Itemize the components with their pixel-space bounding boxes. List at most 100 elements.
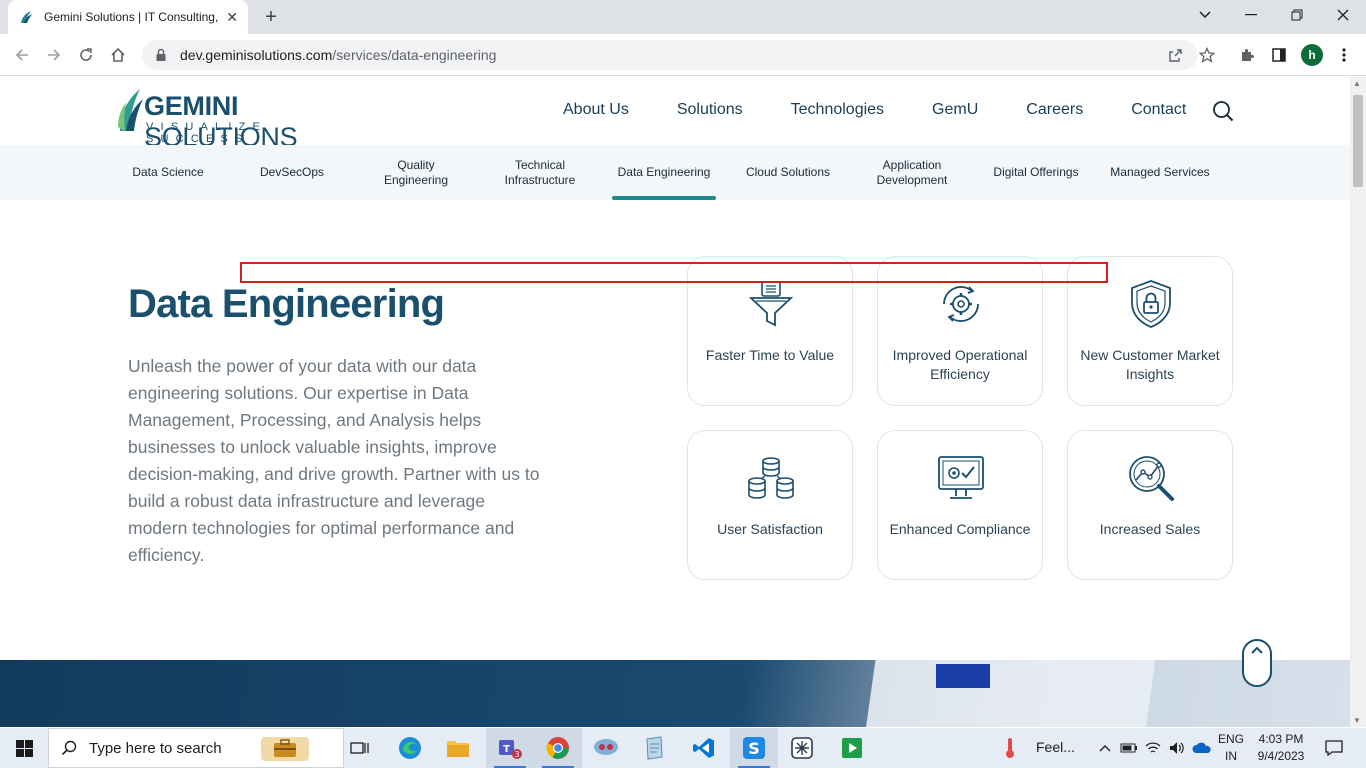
chevron-up-icon bbox=[1251, 646, 1263, 654]
address-bar[interactable]: dev.geminisolutions.com/services/data-en… bbox=[142, 40, 1198, 70]
language-indicator[interactable]: ENG IN bbox=[1214, 731, 1248, 765]
benefit-label: User Satisfaction bbox=[717, 521, 823, 537]
chevron-up-icon[interactable] bbox=[1094, 728, 1116, 768]
scroll-down-arrow-icon[interactable]: ▼ bbox=[1353, 716, 1361, 725]
chrome-icon[interactable] bbox=[534, 728, 582, 768]
svg-text:S: S bbox=[748, 739, 760, 758]
volume-icon[interactable] bbox=[1166, 728, 1188, 768]
subnav-quality-engineering[interactable]: Quality Engineering bbox=[364, 145, 468, 200]
benefit-label: Enhanced Compliance bbox=[889, 521, 1031, 537]
benefit-label: Increased Sales bbox=[1099, 521, 1201, 537]
app-s-icon[interactable]: S bbox=[730, 728, 778, 768]
subnav-cloud-solutions[interactable]: Cloud Solutions bbox=[736, 145, 840, 200]
browser-toolbar: dev.geminisolutions.com/services/data-en… bbox=[0, 34, 1366, 76]
hero-description: Unleash the power of your data with our … bbox=[128, 356, 540, 565]
subnav-technical-infrastructure[interactable]: Technical Infrastructure bbox=[488, 145, 592, 200]
weather-text[interactable]: Feel... bbox=[1036, 739, 1075, 756]
leaf-logo-icon bbox=[118, 89, 143, 131]
windows-taskbar: Type here to search T3 S Feel... ENG IN … bbox=[0, 728, 1366, 768]
benefit-card: User Satisfaction bbox=[687, 430, 853, 580]
nav-technologies[interactable]: Technologies bbox=[791, 101, 884, 119]
onedrive-cloud-icon[interactable] bbox=[1190, 728, 1214, 768]
browser-tab-strip: Gemini Solutions | IT Consulting, ✕ + bbox=[0, 0, 1366, 34]
notepad-icon[interactable] bbox=[630, 728, 678, 768]
benefit-label: Faster Time to Value bbox=[705, 347, 835, 363]
search-icon[interactable] bbox=[1212, 100, 1234, 122]
taskbar-search-placeholder: Type here to search bbox=[89, 739, 222, 757]
close-window-button[interactable] bbox=[1320, 0, 1366, 30]
taskbar-search[interactable]: Type here to search bbox=[48, 728, 344, 768]
page-scrollbar[interactable]: ▲ ▼ bbox=[1350, 77, 1366, 727]
temperature-icon[interactable] bbox=[996, 728, 1024, 768]
banner-image bbox=[0, 660, 1350, 727]
file-explorer-icon[interactable] bbox=[434, 728, 482, 768]
extensions-puzzle-icon[interactable] bbox=[1238, 46, 1256, 64]
restore-button[interactable] bbox=[1274, 0, 1320, 30]
nav-solutions[interactable]: Solutions bbox=[677, 101, 743, 119]
subnav-devsecops[interactable]: DevSecOps bbox=[240, 145, 344, 200]
subnav-application-development[interactable]: Application Development bbox=[860, 145, 964, 200]
task-view-icon[interactable] bbox=[336, 728, 384, 768]
lock-icon[interactable] bbox=[154, 48, 168, 62]
subnav-managed-services[interactable]: Managed Services bbox=[1108, 145, 1212, 200]
new-tab-button[interactable]: + bbox=[260, 6, 282, 29]
reload-icon[interactable] bbox=[74, 43, 98, 67]
tab-search-chevron-icon[interactable] bbox=[1182, 0, 1228, 30]
main-nav: About Us Solutions Technologies GemU Car… bbox=[563, 101, 1186, 119]
back-arrow-icon[interactable] bbox=[10, 43, 34, 67]
search-icon bbox=[61, 740, 77, 756]
benefit-label: Improved Operational Efficiency bbox=[892, 347, 1028, 382]
nav-contact[interactable]: Contact bbox=[1131, 101, 1186, 119]
snipping-tool-icon[interactable] bbox=[582, 728, 630, 768]
page-title: Data Engineering bbox=[128, 282, 445, 326]
subnav-digital-offerings[interactable]: Digital Offerings bbox=[984, 145, 1088, 200]
subnav-data-engineering[interactable]: Data Engineering bbox=[612, 145, 716, 200]
browser-tab[interactable]: Gemini Solutions | IT Consulting, ✕ bbox=[8, 0, 248, 34]
tab-close-icon[interactable]: ✕ bbox=[226, 9, 238, 26]
subnav-data-science[interactable]: Data Science bbox=[116, 145, 220, 200]
gemini-logo[interactable]: GEMINI SOLUTIONS VISUALIZE SUCCESS bbox=[116, 85, 368, 152]
highlight-box bbox=[240, 262, 1108, 283]
network-app-icon[interactable] bbox=[778, 728, 826, 768]
home-icon[interactable] bbox=[106, 43, 130, 67]
scroll-to-top-button[interactable] bbox=[1242, 639, 1272, 687]
gear-cycle-icon bbox=[943, 286, 979, 322]
url-text[interactable]: dev.geminisolutions.com/services/data-en… bbox=[180, 47, 496, 63]
share-icon[interactable] bbox=[1166, 47, 1184, 65]
minimize-button[interactable] bbox=[1228, 0, 1274, 30]
vscode-icon[interactable] bbox=[680, 728, 728, 768]
battery-icon[interactable] bbox=[1118, 728, 1140, 768]
web-page: GEMINI SOLUTIONS VISUALIZE SUCCESS About… bbox=[0, 77, 1350, 727]
windows-logo-icon bbox=[15, 739, 33, 757]
svg-text:T: T bbox=[503, 744, 510, 755]
edge-browser-icon[interactable] bbox=[386, 728, 434, 768]
windows-start-button[interactable] bbox=[0, 728, 48, 768]
nav-gemu[interactable]: GemU bbox=[932, 101, 978, 119]
scroll-up-arrow-icon[interactable]: ▲ bbox=[1353, 79, 1361, 88]
clock[interactable]: 4:03 PM 9/4/2023 bbox=[1250, 731, 1312, 765]
bookmark-star-icon[interactable] bbox=[1198, 46, 1216, 64]
shield-lock-icon bbox=[1131, 280, 1171, 328]
benefit-label: New Customer Market Insights bbox=[1080, 347, 1220, 382]
side-panel-icon[interactable] bbox=[1270, 46, 1288, 64]
gemini-favicon-icon bbox=[21, 11, 32, 23]
notification-icon[interactable] bbox=[1318, 728, 1350, 768]
wifi-icon[interactable] bbox=[1142, 728, 1164, 768]
profile-avatar[interactable]: h bbox=[1301, 44, 1323, 66]
benefit-card: Enhanced Compliance bbox=[877, 430, 1043, 580]
teams-icon[interactable]: T3 bbox=[486, 728, 534, 768]
scrollbar-thumb[interactable] bbox=[1353, 95, 1363, 187]
logo-tagline: VISUALIZE SUCCESS bbox=[146, 121, 268, 145]
services-subnav: Data Science DevSecOps Quality Engineeri… bbox=[0, 145, 1350, 200]
nav-careers[interactable]: Careers bbox=[1026, 101, 1083, 119]
tab-title: Gemini Solutions | IT Consulting, bbox=[44, 10, 219, 24]
forward-arrow-icon[interactable] bbox=[42, 43, 66, 67]
briefcase-icon[interactable] bbox=[261, 737, 309, 761]
kebab-menu-icon[interactable] bbox=[1335, 46, 1353, 64]
benefit-card: Increased Sales bbox=[1067, 430, 1233, 580]
nav-about-us[interactable]: About Us bbox=[563, 101, 629, 119]
laptop-screen-image bbox=[863, 660, 1157, 727]
media-player-icon[interactable] bbox=[828, 728, 876, 768]
svg-text:3: 3 bbox=[514, 750, 519, 759]
database-coins-icon bbox=[748, 457, 794, 499]
